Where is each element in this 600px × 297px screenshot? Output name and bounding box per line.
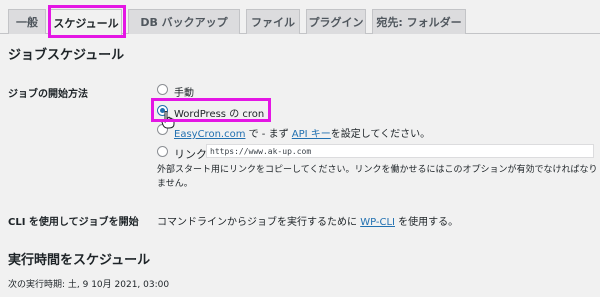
tab-general-label: 一般 — [16, 16, 38, 29]
easycron-row: EasyCron.com で - まず API キーを設定してください。 — [174, 125, 430, 140]
tab-db-backup[interactable]: DB バックアップ — [128, 9, 240, 34]
wp-cli-link[interactable]: WP-CLI — [360, 217, 395, 228]
tab-plugins-label: プラグイン — [308, 16, 364, 29]
run-schedule-title: 実行時間をスケジュール — [8, 253, 151, 268]
cron-link-url[interactable]: https://www.ak-up.com — [206, 144, 594, 158]
tab-schedule[interactable]: スケジュール — [50, 9, 122, 35]
cli-description: コマンドラインからジョブを実行するために WP-CLI を使用する。 — [157, 213, 458, 228]
tab-destination-folder-label: 宛先: フォルダー — [376, 16, 462, 29]
tab-db-backup-label: DB バックアップ — [140, 16, 228, 29]
tab-bar: 一般 スケジュール DB バックアップ ファイル プラグイン 宛先: フォルダー — [0, 0, 600, 35]
cli-text-before: コマンドラインからジョブを実行するために — [157, 217, 361, 228]
easycron-mid-text: で - まず — [245, 129, 292, 140]
job-schedule-title: ジョブスケジュール — [8, 48, 125, 63]
cli-start-label: CLI を使用してジョブを開始 — [8, 217, 139, 228]
hand-cursor-icon — [161, 111, 175, 129]
link-help-line-1: 外部スタート用にリンクをコピーしてください。リンクを働かせるにはこのオプションが… — [157, 165, 598, 175]
manual-label: 手動 — [174, 88, 194, 99]
easycron-end-text: を設定してください。 — [330, 129, 431, 140]
tab-destination-folder[interactable]: 宛先: フォルダー — [372, 9, 466, 34]
start-method-label: ジョブの開始方法 — [8, 89, 88, 100]
tab-files[interactable]: ファイル — [246, 9, 300, 34]
cli-text-after: を使用する。 — [395, 217, 459, 228]
api-key-link[interactable]: API キー — [292, 129, 331, 140]
link-help-line-2: ません。 — [157, 179, 193, 189]
manual-radio[interactable] — [157, 84, 168, 95]
wp-cron-label: WordPress の cron — [174, 109, 265, 120]
next-run-text: 次の実行時期: 土, 9 10月 2021, 03:00 — [8, 280, 170, 290]
tab-general[interactable]: 一般 — [8, 9, 46, 34]
link-label: リンク — [174, 148, 207, 161]
tab-schedule-label: スケジュール — [53, 16, 119, 30]
easycron-link[interactable]: EasyCron.com — [174, 129, 245, 140]
tab-plugins[interactable]: プラグイン — [306, 9, 366, 34]
link-radio[interactable] — [157, 146, 168, 157]
tab-files-label: ファイル — [251, 16, 295, 29]
